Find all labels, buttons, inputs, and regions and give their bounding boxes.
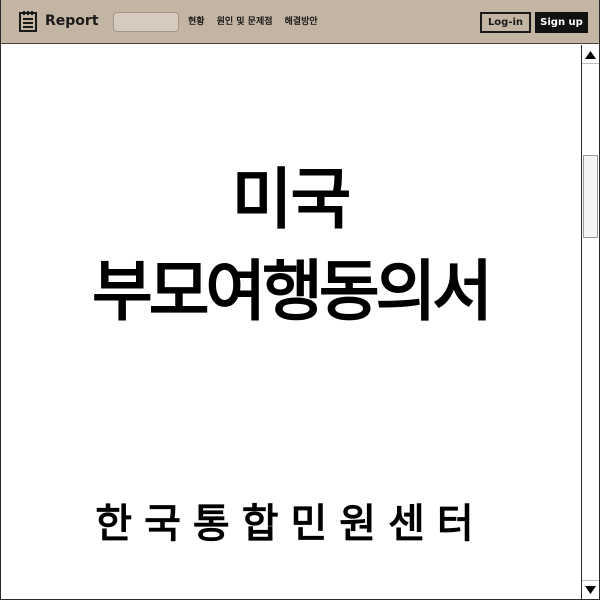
page-title-line-2: 부모여행동의서: [91, 253, 493, 330]
scroll-up-button[interactable]: [582, 46, 599, 64]
document-list-icon: [19, 11, 37, 32]
app-window: Report 현황 원인 및 문제점 해결방안 Log-in Sign up 미…: [0, 0, 600, 600]
arrow-down-icon: [585, 585, 596, 594]
nav-link-causes-problems[interactable]: 원인 및 문제점: [217, 14, 273, 27]
search-input[interactable]: [113, 12, 179, 32]
nav-link-status[interactable]: 현황: [188, 14, 205, 27]
brand-logo[interactable]: Report: [19, 10, 99, 32]
signup-button[interactable]: Sign up: [535, 12, 588, 33]
page-title-line-1: 미국: [231, 161, 351, 238]
brand-name: Report: [45, 13, 99, 29]
scroll-thumb[interactable]: [583, 155, 598, 238]
main-nav: 현황 원인 및 문제점 해결방안: [188, 14, 318, 27]
login-button[interactable]: Log-in: [480, 12, 531, 33]
arrow-up-icon: [585, 50, 596, 59]
scroll-down-button[interactable]: [582, 580, 599, 598]
page-subtitle: 한국통합민원센터: [95, 501, 486, 547]
top-navigation-bar: Report 현황 원인 및 문제점 해결방안 Log-in Sign up: [1, 0, 599, 44]
nav-link-solutions[interactable]: 해결방안: [285, 14, 318, 27]
vertical-scrollbar[interactable]: [581, 45, 599, 599]
main-content: 미국 부모여행동의서 한국통합민원센터: [1, 45, 580, 599]
